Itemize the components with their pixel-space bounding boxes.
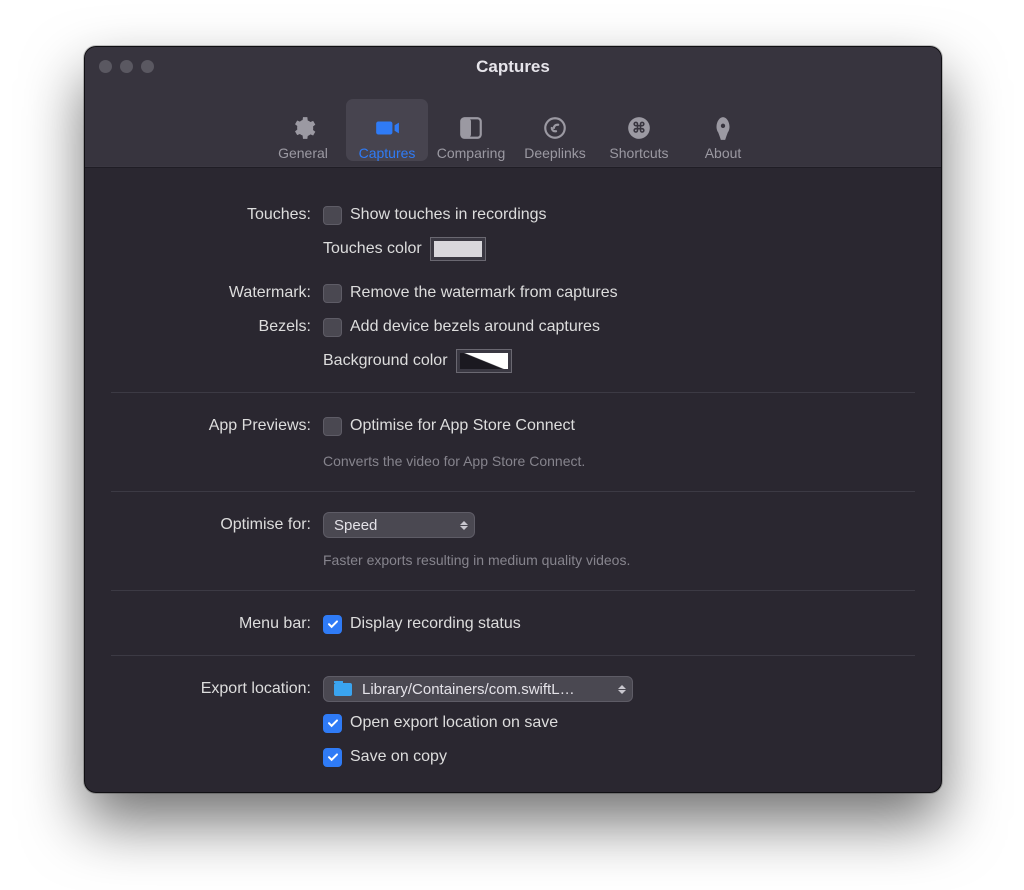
tab-comparing-label: Comparing [437,145,505,161]
compare-icon [458,115,484,141]
touches-color-label: Touches color [323,240,422,258]
open-on-save-checkbox[interactable] [323,714,342,733]
chevron-updown-icon [618,685,626,694]
gear-icon [290,115,316,141]
titlebar: Captures [85,47,941,87]
separator [111,590,915,591]
tab-deeplinks[interactable]: Deeplinks [514,99,596,161]
content-area: Touches: Show touches in recordings Touc… [85,168,941,793]
window-controls [99,60,154,73]
check-icon [327,717,339,729]
window-title: Captures [476,57,550,77]
save-on-copy-text: Save on copy [350,748,447,766]
optimise-appstore-text: Optimise for App Store Connect [350,417,575,435]
show-touches-text: Show touches in recordings [350,206,547,224]
optimise-for-help: Faster exports resulting in medium quali… [323,552,630,568]
tab-captures[interactable]: Captures [346,99,428,161]
tab-shortcuts[interactable]: ⌘ Shortcuts [598,99,680,161]
app-previews-label: App Previews: [111,417,313,435]
add-bezels-text: Add device bezels around captures [350,318,600,336]
command-icon: ⌘ [626,115,652,141]
touches-label: Touches: [111,206,313,224]
export-location-value: Library/Containers/com.swiftL… [362,681,575,698]
bezels-bg-color-label: Background color [323,352,448,370]
separator [111,392,915,393]
tab-comparing[interactable]: Comparing [430,99,512,161]
remove-watermark-checkbox[interactable] [323,284,342,303]
export-location-popup[interactable]: Library/Containers/com.swiftL… [323,676,633,702]
folder-icon [334,683,352,696]
tab-deeplinks-label: Deeplinks [524,145,585,161]
remove-watermark-text: Remove the watermark from captures [350,284,618,302]
tab-general-label: General [278,145,328,161]
video-camera-icon [374,115,400,141]
svg-text:⌘: ⌘ [632,119,646,135]
check-icon [327,751,339,763]
open-on-save-text: Open export location on save [350,714,558,732]
optimise-for-label: Optimise for: [111,516,313,534]
show-touches-checkbox[interactable] [323,206,342,225]
tab-bar: General Captures Comparing Deeplinks ⌘ S… [85,87,941,168]
save-on-copy-checkbox[interactable] [323,748,342,767]
watermark-label: Watermark: [111,284,313,302]
minimize-icon[interactable] [120,60,133,73]
display-recording-status-text: Display recording status [350,615,521,633]
rocket-icon [710,115,736,141]
export-location-label: Export location: [111,680,313,698]
bezels-label: Bezels: [111,318,313,336]
optimise-appstore-checkbox[interactable] [323,417,342,436]
chevron-updown-icon [460,521,468,530]
separator [111,655,915,656]
add-bezels-checkbox[interactable] [323,318,342,337]
tab-captures-label: Captures [359,145,416,161]
separator [111,491,915,492]
optimise-for-popup[interactable]: Speed [323,512,475,538]
tab-about[interactable]: About [682,99,764,161]
link-icon [542,115,568,141]
display-recording-status-checkbox[interactable] [323,615,342,634]
check-icon [327,618,339,630]
preferences-window: Captures General Captures Comparing Deep… [84,46,942,793]
menu-bar-label: Menu bar: [111,615,313,633]
optimise-for-value: Speed [334,517,377,534]
tab-about-label: About [705,145,742,161]
tab-shortcuts-label: Shortcuts [609,145,668,161]
tab-general[interactable]: General [262,99,344,161]
zoom-icon[interactable] [141,60,154,73]
touches-color-well[interactable] [430,237,486,261]
app-previews-help: Converts the video for App Store Connect… [323,453,585,469]
bezels-bg-color-well[interactable] [456,349,512,373]
close-icon[interactable] [99,60,112,73]
